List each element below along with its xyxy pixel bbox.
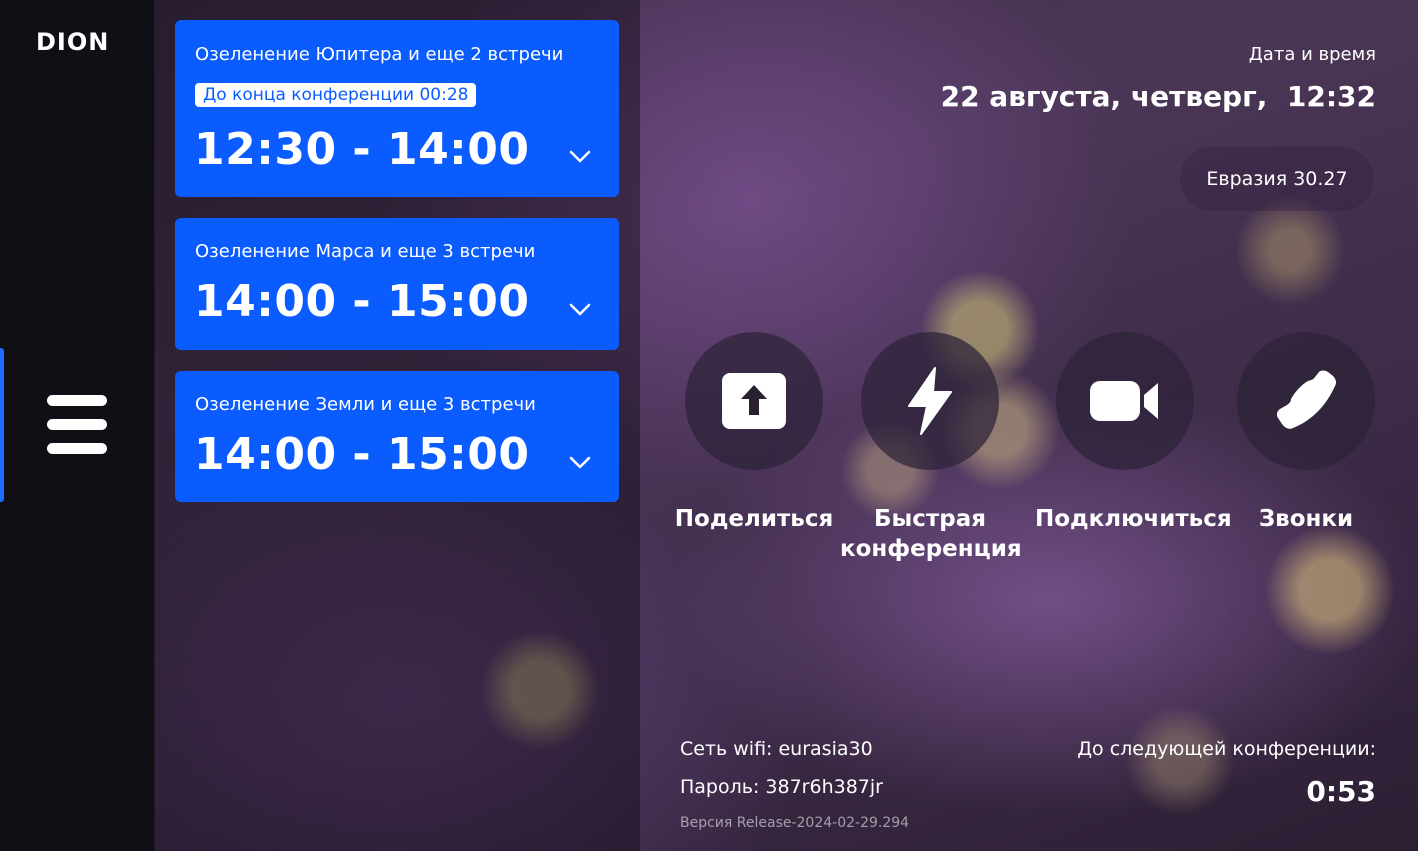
connect-button[interactable]: Подключиться [1035, 332, 1232, 534]
sidebar-active-indicator [0, 348, 4, 502]
datetime-value: 22 августа, четверг, 12:32 [940, 80, 1376, 113]
wifi-network: Сеть wifi: eurasia30 [680, 738, 873, 760]
app-version: Версия Release-2024-02-29.294 [680, 815, 910, 831]
video-camera-icon [1090, 381, 1158, 421]
conference-remaining-badge: До конца конференции 00:28 [195, 83, 477, 107]
chevron-down-icon[interactable] [569, 303, 591, 317]
menu-button[interactable] [44, 390, 112, 460]
room-name: Евразия 30.27 [1206, 168, 1348, 190]
kiosk-screen: DION Озеленение Юпитера и еще 2 встречи … [0, 0, 1418, 851]
chevron-down-icon[interactable] [569, 456, 591, 470]
calls-button-circle[interactable] [1237, 332, 1375, 470]
meeting-card-1[interactable]: Озеленение Юпитера и еще 2 встречи До ко… [175, 20, 619, 197]
quick-conference-label: Быстрая конференция [840, 506, 1022, 562]
meeting-title: Озеленение Юпитера и еще 2 встречи [195, 44, 564, 65]
meeting-title: Озеленение Земли и еще 3 встречи [195, 394, 536, 415]
connect-label: Подключиться [1035, 506, 1232, 532]
room-name-badge: Евразия 30.27 [1180, 147, 1374, 211]
wifi-password: Пароль: 387r6h387jr [680, 776, 883, 798]
meeting-time: 14:00 - 15:00 [194, 429, 530, 480]
meeting-card-3[interactable]: Озеленение Земли и еще 3 встречи 14:00 -… [175, 371, 619, 502]
meeting-card-2[interactable]: Озеленение Марса и еще 3 встречи 14:00 -… [175, 218, 619, 350]
meeting-title: Озеленение Марса и еще 3 встречи [195, 241, 536, 262]
datetime-label: Дата и время [1248, 44, 1376, 65]
next-conference-countdown: 0:53 [1306, 775, 1376, 808]
connect-button-circle[interactable] [1056, 332, 1194, 470]
sidebar: DION [0, 0, 155, 851]
calls-button[interactable]: Звонки [1216, 332, 1396, 534]
meeting-time: 14:00 - 15:00 [194, 276, 530, 327]
share-button-circle[interactable] [685, 332, 823, 470]
phone-icon [1276, 370, 1337, 429]
share-button[interactable]: Поделиться [664, 332, 844, 534]
quick-conference-button-circle[interactable] [861, 332, 999, 470]
dion-logo: DION [36, 28, 110, 56]
next-conference-label: До следующей конференции: [1077, 738, 1376, 760]
quick-conference-button[interactable]: Быстрая конференция [840, 332, 1022, 564]
share-label: Поделиться [674, 506, 834, 532]
chevron-down-icon[interactable] [569, 150, 591, 164]
calls-label: Звонки [1258, 506, 1354, 532]
meeting-time: 12:30 - 14:00 [194, 124, 530, 175]
upload-icon [722, 373, 786, 429]
lightning-icon [908, 367, 952, 435]
